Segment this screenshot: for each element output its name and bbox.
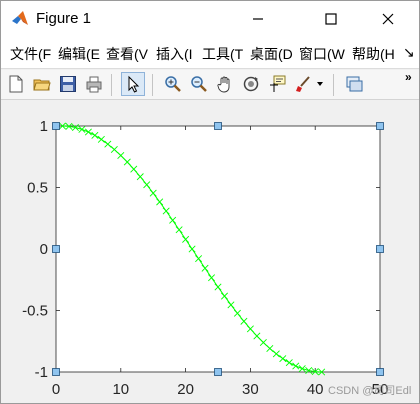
x-tick-label: 10 bbox=[112, 381, 129, 398]
selection-handle[interactable] bbox=[52, 368, 60, 376]
selection-handle[interactable] bbox=[52, 245, 60, 253]
y-tick-label: -1 bbox=[35, 364, 48, 381]
toolbar-separator bbox=[111, 74, 112, 96]
menu-file[interactable]: 文件(F bbox=[10, 44, 51, 64]
x-tick-label: 30 bbox=[242, 381, 259, 398]
matlab-logo-icon bbox=[12, 11, 28, 25]
y-tick-label: 0 bbox=[40, 241, 48, 258]
toolbar-overflow-button[interactable]: » bbox=[405, 70, 412, 84]
y-tick-label: 0.5 bbox=[27, 180, 48, 197]
selection-handle[interactable] bbox=[214, 368, 222, 376]
x-tick-label: 20 bbox=[177, 381, 194, 398]
data-cursor-button[interactable] bbox=[265, 72, 289, 96]
menu-overflow-arrow[interactable]: ↘ bbox=[403, 44, 415, 61]
menu-edit[interactable]: 编辑(E bbox=[58, 44, 100, 64]
pan-button[interactable] bbox=[213, 72, 237, 96]
rotate-3d-icon bbox=[243, 76, 259, 92]
brush-dropdown-button[interactable] bbox=[313, 72, 327, 96]
selection-handle[interactable] bbox=[376, 245, 384, 253]
link-plot-icon bbox=[346, 76, 363, 92]
selection-handle[interactable] bbox=[376, 122, 384, 130]
chevron-down-icon bbox=[317, 82, 323, 86]
zoom-out-button[interactable] bbox=[187, 72, 211, 96]
watermark-text: CSDN @司司Edl bbox=[328, 385, 412, 397]
zoom-in-icon bbox=[165, 76, 181, 92]
rotate-3d-button[interactable] bbox=[239, 72, 263, 96]
selection-handle[interactable] bbox=[52, 122, 60, 130]
x-tick-label: 0 bbox=[52, 381, 60, 398]
new-figure-button[interactable] bbox=[4, 72, 28, 96]
print-button[interactable] bbox=[82, 72, 106, 96]
minimize-button[interactable] bbox=[235, 1, 281, 37]
plot-canvas[interactable]: 0 10 20 30 40 5010.50-0.5-1 bbox=[1, 101, 419, 403]
open-file-button[interactable] bbox=[30, 72, 54, 96]
figure-canvas[interactable]: 0 10 20 30 40 50 1 0.5 0 -0.5 -1 bbox=[1, 101, 419, 403]
brush-icon bbox=[296, 76, 310, 92]
y-tick-label: -0.5 bbox=[22, 303, 48, 320]
figure-toolbar: » bbox=[1, 70, 419, 100]
zoom-out-icon bbox=[191, 76, 207, 92]
pointer-button[interactable] bbox=[121, 72, 145, 96]
menu-help[interactable]: 帮助(H bbox=[352, 44, 395, 64]
menu-insert[interactable]: 插入(I bbox=[156, 44, 193, 64]
y-tick-label: 1 bbox=[40, 118, 48, 135]
toolbar-separator bbox=[152, 74, 153, 96]
axes-background[interactable] bbox=[55, 125, 381, 373]
selection-handle[interactable] bbox=[214, 122, 222, 130]
x-tick-label: 40 bbox=[307, 381, 324, 398]
save-icon bbox=[60, 76, 76, 92]
brush-button[interactable] bbox=[291, 72, 315, 96]
maximize-button[interactable] bbox=[308, 1, 354, 37]
new-figure-icon bbox=[9, 75, 23, 93]
maximize-icon bbox=[325, 13, 337, 25]
close-button[interactable] bbox=[365, 1, 411, 37]
menu-bar: 文件(F 编辑(E 查看(V 插入(I 工具(T 桌面(D 窗口(W 帮助(H … bbox=[1, 37, 419, 69]
print-icon bbox=[86, 76, 102, 93]
zoom-in-button[interactable] bbox=[161, 72, 185, 96]
pointer-icon bbox=[128, 75, 140, 93]
minimize-icon bbox=[253, 18, 263, 20]
open-file-icon bbox=[33, 79, 51, 91]
save-button[interactable] bbox=[56, 72, 80, 96]
selection-handle[interactable] bbox=[376, 368, 384, 376]
link-plot-button[interactable] bbox=[342, 72, 366, 96]
data-cursor-icon bbox=[270, 75, 286, 92]
menu-tools[interactable]: 工具(T bbox=[202, 44, 243, 64]
menu-view[interactable]: 查看(V bbox=[106, 44, 148, 64]
figure-window: Figure 1 文件(F 编辑(E 查看(V 插入(I 工具(T 桌面(D 窗… bbox=[0, 0, 420, 404]
menu-window[interactable]: 窗口(W bbox=[299, 44, 345, 64]
window-title: Figure 1 bbox=[36, 10, 92, 27]
title-bar[interactable]: Figure 1 bbox=[1, 1, 419, 37]
toolbar-separator bbox=[333, 74, 334, 96]
pan-hand-icon bbox=[217, 76, 230, 93]
menu-desktop[interactable]: 桌面(D bbox=[250, 44, 293, 64]
close-icon bbox=[382, 13, 394, 25]
